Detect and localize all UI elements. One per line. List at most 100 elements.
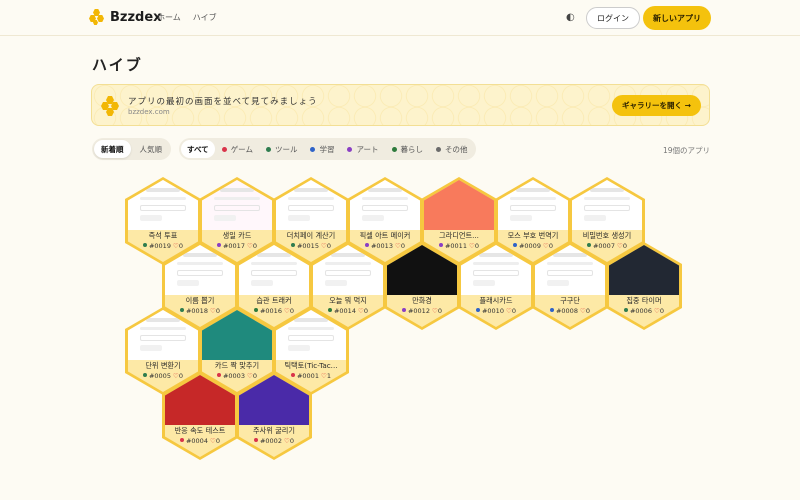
filter-label: すべて (187, 144, 209, 154)
app-id: #0011 (444, 242, 467, 250)
app-tile-inner: 주사위 굴리기 #0002 ♡0 (239, 375, 309, 457)
main-nav: ホーム ハイブ (157, 12, 217, 23)
filter-4[interactable]: アート (341, 140, 384, 158)
filter-2[interactable]: ツール (260, 140, 304, 158)
app-meta: #0011 ♡0 (424, 242, 494, 250)
category-dot-icon (265, 146, 271, 152)
app-tile-inner: 반응 속도 테스트 #0004 ♡0 (165, 375, 235, 457)
app-id: #0013 (370, 242, 393, 250)
banner-subtitle: bzzdex.com (128, 108, 170, 116)
brand-name: Bzzdex (110, 9, 162, 25)
app-likes: 0 (215, 307, 221, 315)
app-meta: #0018 ♡0 (165, 307, 235, 315)
app-id: #0005 (148, 372, 171, 380)
app-title: 오늘 뭐 먹지 (329, 296, 367, 305)
brand-logo[interactable]: Bzzdex (89, 9, 162, 25)
app-meta: #0007 ♡0 (572, 242, 642, 250)
nav-hive[interactable]: ハイブ (193, 12, 217, 23)
app-likes: 0 (400, 242, 406, 250)
app-id: #0019 (148, 242, 171, 250)
app-meta: #0017 ♡0 (202, 242, 272, 250)
app-likes: 0 (178, 372, 184, 380)
filter-5[interactable]: 暮らし (386, 140, 430, 158)
category-dot-icon (438, 243, 443, 247)
app-title: 플래시카드 (479, 296, 513, 305)
app-tile-inner: 플래시카드 #0010 ♡0 (461, 245, 531, 327)
category-dot-icon (310, 146, 316, 152)
app-title: 습관 트래커 (256, 296, 292, 305)
app-meta: #0012 ♡0 (387, 307, 457, 315)
category-dot-icon (179, 308, 184, 312)
filter-1[interactable]: ゲーム (216, 140, 259, 158)
category-dot-icon (253, 438, 258, 442)
filter-label: その他 (445, 144, 468, 154)
app-thumbnail (128, 180, 198, 230)
category-dot-icon (179, 438, 184, 442)
category-dot-icon (142, 243, 147, 247)
app-likes: 0 (252, 242, 258, 250)
filter-label: ツール (274, 144, 298, 154)
category-dot-icon (436, 146, 442, 152)
app-thumbnail (350, 180, 420, 230)
app-title: 집중 타이머 (626, 296, 662, 305)
app-title: 비밀번호 생성기 (582, 231, 632, 240)
app-likes: 0 (289, 307, 295, 315)
app-meta: #0008 ♡0 (535, 307, 605, 315)
app-thumbnail (572, 180, 642, 230)
app-thumbnail (424, 180, 494, 230)
app-id: #0004 (185, 437, 208, 445)
filter-label: 学習 (319, 144, 335, 154)
filter-0[interactable]: すべて (181, 140, 215, 158)
sort-newest[interactable]: 新着順 (94, 140, 131, 158)
app-id: #0009 (518, 242, 541, 250)
app-likes: 0 (511, 307, 517, 315)
app-meta: #0004 ♡0 (165, 437, 235, 445)
theme-toggle-icon[interactable]: ◐ (566, 12, 575, 23)
bee-hive-icon (89, 9, 105, 25)
app-likes: 0 (326, 242, 332, 250)
sort-popular[interactable]: 人気順 (133, 140, 170, 158)
app-meta: #0006 ♡0 (609, 307, 679, 315)
filter-label: ゲーム (230, 144, 253, 154)
app-likes: 0 (622, 242, 628, 250)
open-gallery-button[interactable]: ギャラリーを開く → (612, 95, 701, 116)
filter-3[interactable]: 学習 (304, 140, 340, 158)
app-likes: 1 (326, 372, 332, 380)
app-meta: #0009 ♡0 (498, 242, 568, 250)
filter-label: アート (356, 144, 379, 154)
app-meta: #0013 ♡0 (350, 242, 420, 250)
category-dot-icon (142, 373, 147, 377)
app-likes: 0 (363, 307, 369, 315)
category-dot-icon (347, 146, 353, 152)
app-id: #0010 (481, 307, 504, 315)
app-count: 19個のアプリ (663, 146, 711, 155)
category-dot-icon (216, 373, 221, 377)
app-title: 더치페이 계산기 (286, 231, 336, 240)
new-app-button[interactable]: 新しいアプリ (643, 6, 711, 30)
app-title: 주사위 굴리기 (253, 426, 295, 435)
app-thumbnail (498, 180, 568, 230)
category-dot-icon (549, 308, 554, 312)
app-id: #0008 (555, 307, 578, 315)
app-id: #0015 (296, 242, 319, 250)
app-id: #0001 (296, 372, 319, 380)
app-likes: 0 (178, 242, 184, 250)
app-id: #0012 (407, 307, 430, 315)
app-title: 카드 짝 맞추기 (214, 361, 260, 370)
category-dot-icon (216, 243, 221, 247)
app-meta: #0019 ♡0 (128, 242, 198, 250)
app-id: #0002 (259, 437, 282, 445)
app-meta: #0005 ♡0 (128, 372, 198, 380)
filter-label: 暮らし (400, 144, 424, 154)
login-button[interactable]: ログイン (586, 7, 640, 29)
app-likes: 0 (548, 242, 554, 250)
category-dot-icon (401, 308, 406, 312)
app-title: 구구단 (560, 296, 580, 305)
app-meta: #0002 ♡0 (239, 437, 309, 445)
sort-toggle: 新着順 人気順 (92, 138, 171, 160)
app-id: #0007 (592, 242, 615, 250)
nav-home[interactable]: ホーム (157, 12, 181, 23)
app-id: #0017 (222, 242, 245, 250)
app-title: 반응 속도 테스트 (174, 426, 226, 435)
filter-6[interactable]: その他 (430, 140, 474, 158)
